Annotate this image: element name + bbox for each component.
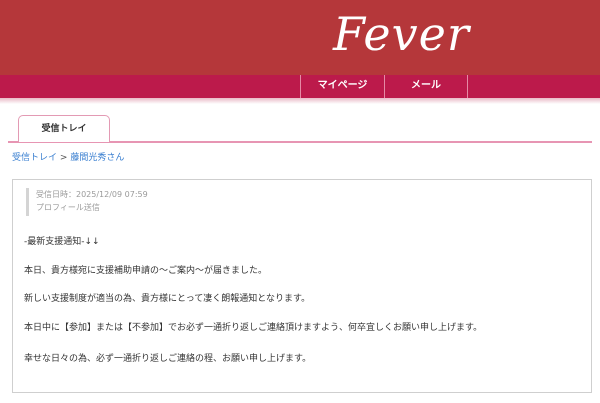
breadcrumb-separator: > <box>59 153 68 163</box>
nav-shadow <box>0 98 600 104</box>
message-line-heading: -最新支援通知-↓↓ <box>24 237 100 247</box>
received-datetime: 受信日時：2025/12/09 07:59 <box>36 190 148 199</box>
nav-mypage-link[interactable]: マイページ <box>300 75 384 98</box>
message-line-4: 幸せな日々の為、必ず一通折り返しご連絡の程、お願い申し上げます。 <box>24 354 312 364</box>
fever-logo[interactable]: Fever <box>333 4 473 64</box>
breadcrumb-inbox-link[interactable]: 受信トレイ <box>12 153 57 163</box>
breadcrumb: 受信トレイ > 藤間光秀さん <box>12 151 124 165</box>
message-line-3: 本日中に【参加】または【不参加】でお必ず一通折り返しご連絡頂けますよう、何卒宜し… <box>24 323 483 333</box>
tab-inbox[interactable]: 受信トレイ <box>18 115 110 142</box>
message-panel: 受信日時：2025/12/09 07:59 プロフィール送信 -最新支援通知-↓… <box>12 179 592 393</box>
message-line-1: 本日、貴方様宛に支援補助申請の〜ご案内〜が届きました。 <box>24 266 268 276</box>
message-meta: 受信日時：2025/12/09 07:59 プロフィール送信 <box>26 188 276 216</box>
main-nav: マイページ メール <box>0 75 600 98</box>
site-header: Fever <box>0 0 600 75</box>
nav-mail-link[interactable]: メール <box>384 75 468 98</box>
message-type: プロフィール送信 <box>36 203 100 212</box>
message-line-2: 新しい支援制度が適当の為、貴方様にとって凄く朗報通知となります。 <box>24 294 311 304</box>
breadcrumb-sender-link[interactable]: 藤間光秀さん <box>70 153 124 163</box>
